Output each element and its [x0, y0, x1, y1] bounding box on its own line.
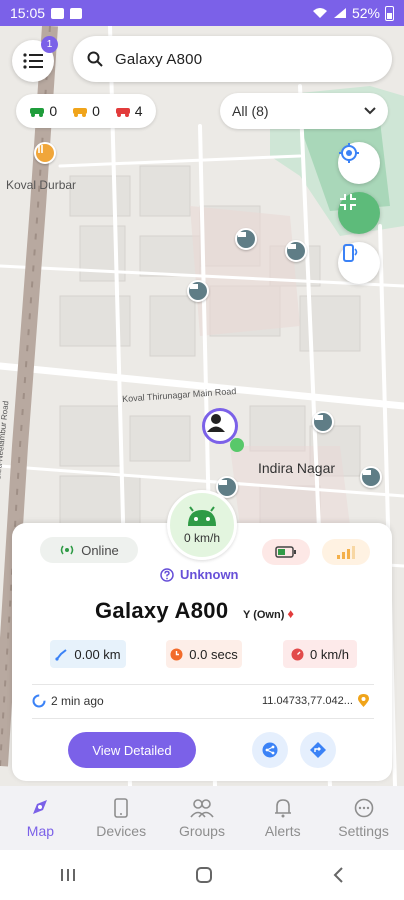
list-icon [23, 53, 43, 69]
search-input[interactable]: Galaxy A800 [115, 51, 202, 68]
car-yellow-icon [73, 108, 88, 117]
bell-icon [274, 798, 291, 817]
battery-percent: 52% [351, 5, 380, 21]
nav-alerts[interactable]: Alerts [242, 786, 323, 850]
fit-bounds-button[interactable] [338, 192, 380, 234]
crosshair-icon [339, 143, 359, 163]
car-green-icon [30, 108, 45, 117]
phone-icon [114, 797, 128, 818]
list-menu-button[interactable]: 1 [12, 36, 58, 82]
signal-icon [333, 8, 346, 18]
wifi-icon [312, 8, 327, 18]
speedometer-icon [291, 648, 304, 660]
location-state: Unknown [160, 567, 239, 582]
restaurant-pin-icon[interactable] [34, 142, 56, 164]
search-icon [87, 51, 103, 67]
car-red-icon [115, 108, 130, 117]
place-pin-icon[interactable] [285, 240, 307, 262]
status-bar: 15:05 52% [0, 0, 404, 26]
card-divider [32, 718, 374, 719]
stopped-counter[interactable]: 4 [115, 103, 143, 119]
map-label-koval-durbar: Koval Durbar [6, 178, 77, 192]
current-speed: 0 km/h [183, 530, 220, 545]
device-name: Galaxy A800 [95, 598, 229, 623]
recent-apps-icon[interactable] [60, 868, 76, 882]
location-marker-icon: ♦ [287, 606, 295, 621]
battery-chip [262, 539, 310, 565]
place-pin-icon[interactable] [187, 280, 209, 302]
share-icon [262, 742, 278, 758]
nav-settings[interactable]: Settings [323, 786, 404, 850]
refresh-icon [32, 694, 46, 708]
device-owner: Y (Own) ♦ [243, 606, 295, 621]
settings-icon [354, 798, 373, 817]
chat-notification-icon [70, 7, 83, 19]
my-location-button[interactable] [338, 142, 380, 184]
distance-stat: 0.00 km [50, 640, 126, 668]
nav-devices[interactable]: Devices [81, 786, 162, 850]
nav-map[interactable]: Map [0, 786, 81, 850]
directions-icon [310, 742, 326, 758]
vehicle-status-counters: 0 0 4 [16, 94, 156, 128]
max-speed-stat: 0 km/h [283, 640, 357, 668]
battery-level-icon [275, 546, 296, 558]
route-icon [55, 648, 67, 661]
device-filter-select[interactable]: All (8) [220, 93, 388, 129]
battery-icon [385, 5, 394, 21]
online-status-text: Online [81, 542, 119, 558]
nav-groups[interactable]: Groups [162, 786, 243, 850]
search-bar[interactable]: Galaxy A800 [73, 36, 392, 82]
phone-signal-icon [343, 244, 358, 262]
idle-counter[interactable]: 0 [72, 103, 100, 119]
speed-indicator: 0 km/h [167, 490, 237, 560]
broadcast-icon [60, 545, 74, 555]
device-coordinates[interactable]: 11.04733,77.042... [262, 694, 369, 708]
question-icon [160, 567, 174, 582]
card-divider [32, 684, 374, 685]
last-updated: 2 min ago [32, 694, 104, 708]
signal-strength-icon [337, 546, 355, 559]
system-navigation-bar [0, 850, 404, 900]
moving-counter[interactable]: 0 [29, 103, 57, 119]
android-icon [188, 505, 216, 526]
bottom-navigation: Map Devices Groups Alerts Settings [0, 786, 404, 850]
signal-chip [322, 539, 370, 565]
share-button[interactable] [252, 732, 288, 768]
map-label-indira-nagar: Indira Nagar [258, 460, 336, 476]
back-icon[interactable] [332, 867, 344, 883]
home-icon[interactable] [195, 866, 213, 884]
group-icon [190, 798, 214, 818]
view-detailed-button[interactable]: View Detailed [68, 732, 196, 768]
clock-icon [170, 648, 183, 660]
image-notification-icon [51, 7, 65, 19]
menu-count-badge: 1 [41, 36, 58, 53]
place-pin-icon[interactable] [360, 466, 382, 488]
compress-icon [340, 194, 356, 210]
duration-stat: 0.0 secs [166, 640, 242, 668]
device-signal-button[interactable] [338, 242, 380, 284]
location-pin-icon [357, 694, 369, 707]
chevron-down-icon [364, 107, 376, 115]
place-pin-icon[interactable] [235, 228, 257, 250]
online-indicator-icon [230, 438, 244, 452]
directions-button[interactable] [300, 732, 336, 768]
online-status-chip: Online [40, 537, 138, 563]
status-time: 15:05 [10, 5, 46, 21]
map-icon [33, 799, 48, 814]
place-pin-icon[interactable] [312, 411, 334, 433]
filter-selected: All (8) [232, 103, 269, 119]
